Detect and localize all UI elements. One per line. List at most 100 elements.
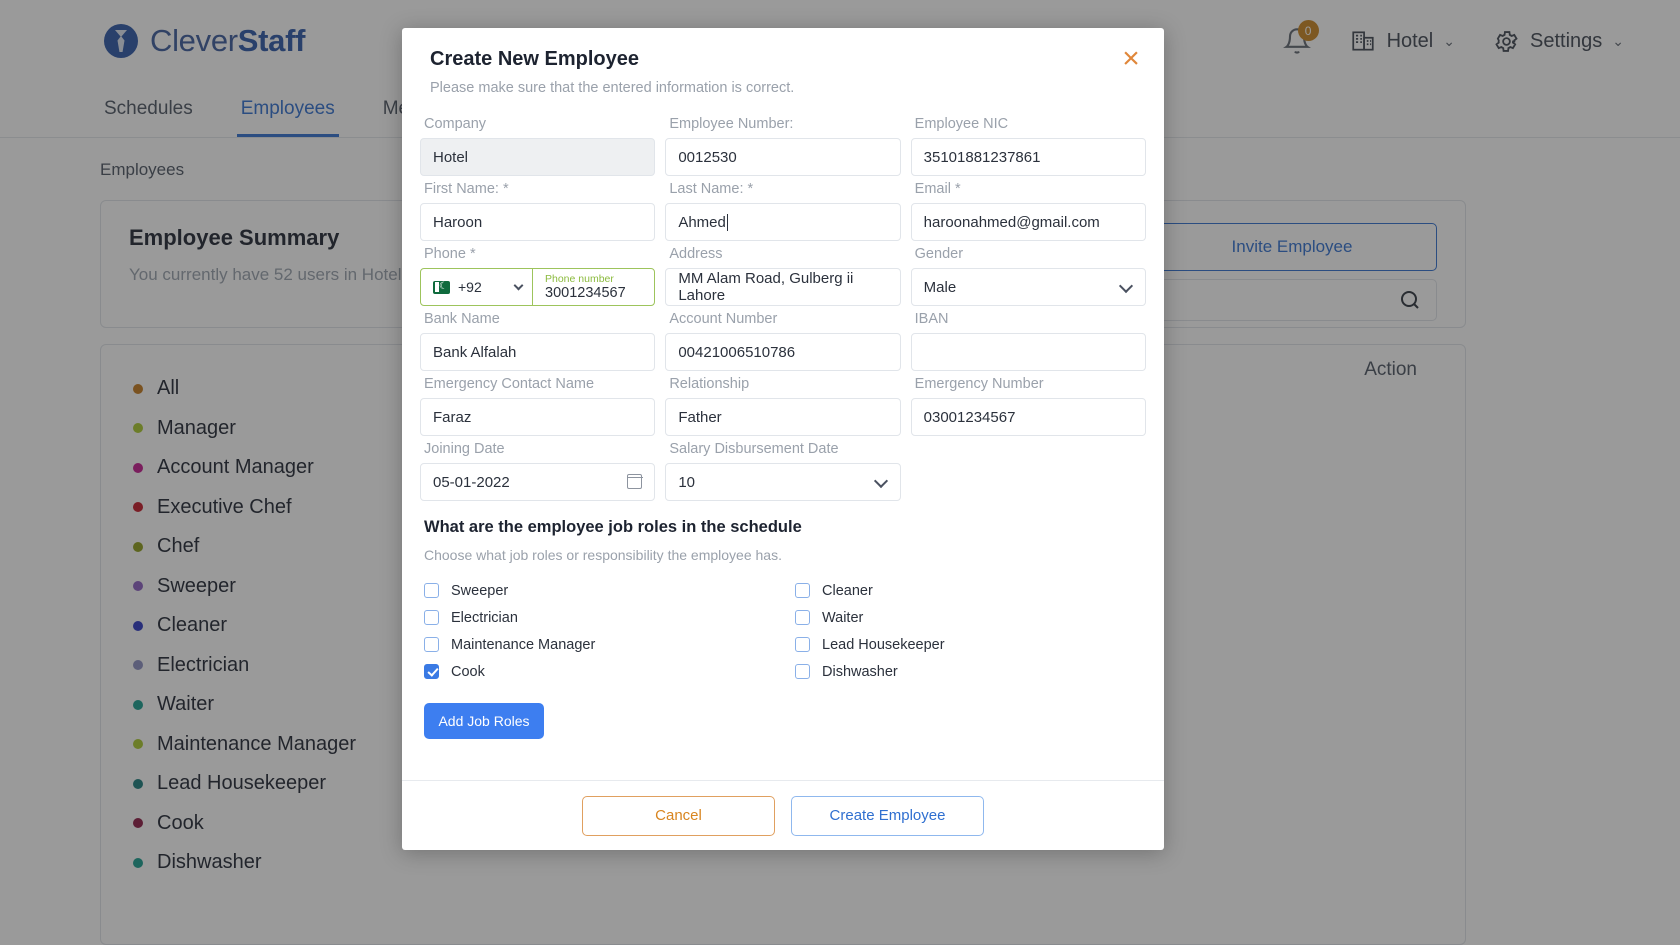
- field-first-name: First Name: * Haroon: [420, 181, 655, 241]
- email-input[interactable]: haroonahmed@gmail.com: [911, 203, 1146, 241]
- cancel-button[interactable]: Cancel: [582, 796, 775, 836]
- calendar-icon[interactable]: [627, 474, 642, 489]
- company-input: Hotel: [420, 138, 655, 176]
- field-relationship: Relationship Father: [665, 376, 900, 436]
- job-roles-column-right: Cleaner Waiter Lead Housekeeper Dishwasher: [795, 577, 1146, 685]
- gender-label: Gender: [911, 246, 1146, 262]
- modal-body: Company Hotel Employee Number: 0012530 E…: [402, 100, 1164, 780]
- checkbox-icon[interactable]: [795, 664, 810, 679]
- pakistan-flag-icon: [433, 281, 450, 294]
- job-roles-subtitle: Choose what job roles or responsibility …: [424, 547, 1146, 563]
- email-label: Email *: [911, 181, 1146, 197]
- checkbox-icon[interactable]: [424, 637, 439, 652]
- last-name-input[interactable]: Ahmed: [665, 203, 900, 241]
- modal-title: Create New Employee: [430, 48, 1136, 71]
- job-role-label: Cleaner: [822, 583, 873, 599]
- job-role-checkbox-row[interactable]: Dishwasher: [795, 658, 1146, 685]
- close-icon[interactable]: ×: [1116, 46, 1146, 76]
- emergency-contact-name-input[interactable]: Faraz: [420, 398, 655, 436]
- job-role-checkbox-row[interactable]: Lead Housekeeper: [795, 631, 1146, 658]
- joining-date-label: Joining Date: [420, 441, 655, 457]
- create-employee-button[interactable]: Create Employee: [791, 796, 984, 836]
- modal-header: Create New Employee Please make sure tha…: [402, 28, 1164, 100]
- job-role-label: Electrician: [451, 610, 518, 626]
- job-role-checkbox-row[interactable]: Cleaner: [795, 577, 1146, 604]
- job-role-checkbox-row[interactable]: Waiter: [795, 604, 1146, 631]
- field-last-name: Last Name: * Ahmed: [665, 181, 900, 241]
- account-number-input[interactable]: 00421006510786: [665, 333, 900, 371]
- chevron-down-icon: [514, 280, 524, 290]
- modal-subtitle: Please make sure that the entered inform…: [430, 80, 1136, 96]
- emergency-number-label: Emergency Number: [911, 376, 1146, 392]
- bank-name-label: Bank Name: [420, 311, 655, 327]
- phone-input-group: +92 Phone number 3001234567: [420, 268, 655, 306]
- field-emergency-number: Emergency Number 03001234567: [911, 376, 1146, 436]
- field-employee-nic: Employee NIC 35101881237861: [911, 116, 1146, 176]
- salary-disbursement-date-select[interactable]: 10: [665, 463, 900, 501]
- checkbox-icon[interactable]: [795, 583, 810, 598]
- country-code-value: +92: [458, 279, 482, 295]
- field-phone: Phone * +92 Phone number 3001234567: [420, 246, 655, 306]
- last-name-value: Ahmed: [678, 214, 726, 231]
- job-role-label: Waiter: [822, 610, 863, 626]
- field-joining-date: Joining Date 05-01-2022: [420, 441, 655, 501]
- field-bank-name: Bank Name Bank Alfalah: [420, 311, 655, 371]
- job-role-label: Cook: [451, 664, 485, 680]
- iban-label: IBAN: [911, 311, 1146, 327]
- address-label: Address: [665, 246, 900, 262]
- company-label: Company: [420, 116, 655, 132]
- job-roles-checkbox-grid: Sweeper Electrician Maintenance Manager Coo…: [420, 577, 1146, 685]
- account-number-label: Account Number: [665, 311, 900, 327]
- job-roles-title: What are the employee job roles in the s…: [424, 518, 1146, 537]
- phone-number-input[interactable]: Phone number 3001234567: [533, 269, 654, 305]
- checkbox-checked-icon[interactable]: [424, 664, 439, 679]
- job-role-label: Sweeper: [451, 583, 508, 599]
- joining-date-value: 05-01-2022: [433, 474, 510, 491]
- field-iban: IBAN: [911, 311, 1146, 371]
- bank-name-input[interactable]: Bank Alfalah: [420, 333, 655, 371]
- employee-nic-input[interactable]: 35101881237861: [911, 138, 1146, 176]
- job-role-checkbox-row[interactable]: Maintenance Manager: [424, 631, 775, 658]
- job-role-checkbox-row[interactable]: Sweeper: [424, 577, 775, 604]
- checkbox-icon[interactable]: [795, 637, 810, 652]
- checkbox-icon[interactable]: [424, 610, 439, 625]
- emergency-number-input[interactable]: 03001234567: [911, 398, 1146, 436]
- job-role-label: Maintenance Manager: [451, 637, 595, 653]
- job-role-label: Lead Housekeeper: [822, 637, 945, 653]
- checkbox-icon[interactable]: [795, 610, 810, 625]
- emergency-contact-name-label: Emergency Contact Name: [420, 376, 655, 392]
- job-role-label: Dishwasher: [822, 664, 898, 680]
- modal-footer: Cancel Create Employee: [402, 780, 1164, 850]
- phone-label: Phone *: [420, 246, 655, 262]
- phone-number-value: 3001234567: [545, 285, 642, 301]
- field-email: Email * haroonahmed@gmail.com: [911, 181, 1146, 241]
- employee-nic-label: Employee NIC: [911, 116, 1146, 132]
- field-gender: Gender Male: [911, 246, 1146, 306]
- phone-float-label: Phone number: [545, 273, 642, 285]
- employee-number-input[interactable]: 0012530: [665, 138, 900, 176]
- first-name-input[interactable]: Haroon: [420, 203, 655, 241]
- job-role-checkbox-row[interactable]: Cook: [424, 658, 775, 685]
- iban-input[interactable]: [911, 333, 1146, 371]
- field-address: Address MM Alam Road, Gulberg ii Lahore: [665, 246, 900, 306]
- field-account-number: Account Number 00421006510786: [665, 311, 900, 371]
- checkbox-icon[interactable]: [424, 583, 439, 598]
- first-name-label: First Name: *: [420, 181, 655, 197]
- gender-select[interactable]: Male: [911, 268, 1146, 306]
- address-input[interactable]: MM Alam Road, Gulberg ii Lahore: [665, 268, 900, 306]
- employee-number-label: Employee Number:: [665, 116, 900, 132]
- job-role-checkbox-row[interactable]: Electrician: [424, 604, 775, 631]
- country-code-select[interactable]: +92: [421, 269, 533, 305]
- last-name-label: Last Name: *: [665, 181, 900, 197]
- field-salary-disbursement-date: Salary Disbursement Date 10: [665, 441, 900, 501]
- relationship-input[interactable]: Father: [665, 398, 900, 436]
- job-roles-column-left: Sweeper Electrician Maintenance Manager Coo…: [424, 577, 775, 685]
- relationship-label: Relationship: [665, 376, 900, 392]
- field-employee-number: Employee Number: 0012530: [665, 116, 900, 176]
- create-employee-modal: Create New Employee Please make sure tha…: [402, 28, 1164, 850]
- salary-disbursement-date-label: Salary Disbursement Date: [665, 441, 900, 457]
- joining-date-input[interactable]: 05-01-2022: [420, 463, 655, 501]
- field-emergency-contact-name: Emergency Contact Name Faraz: [420, 376, 655, 436]
- field-company: Company Hotel: [420, 116, 655, 176]
- add-job-roles-button[interactable]: Add Job Roles: [424, 703, 544, 739]
